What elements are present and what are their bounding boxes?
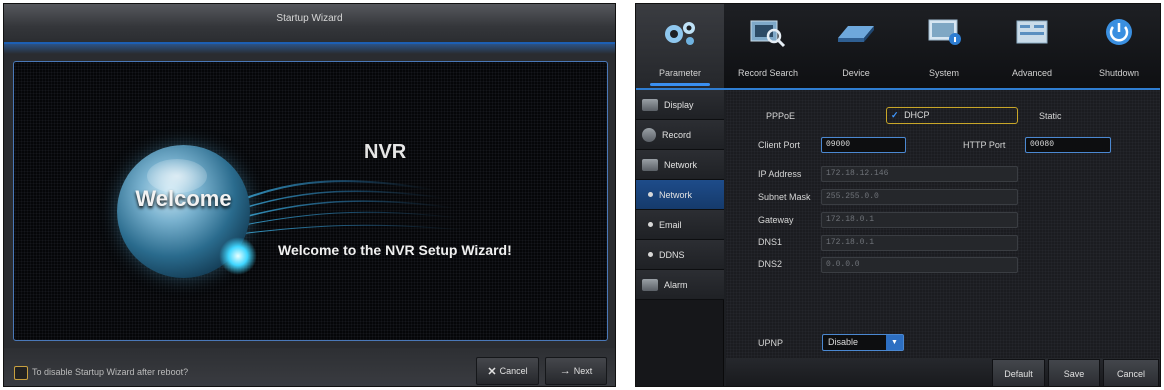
tab-record-search-label: Record Search: [737, 68, 799, 78]
http-port-field[interactable]: 00080: [1025, 137, 1111, 153]
sidebar-item-label: Display: [664, 99, 694, 110]
tab-parameter[interactable]: Parameter: [636, 4, 724, 88]
bullet-icon: [648, 252, 653, 257]
welcome-orb-label: Welcome: [135, 186, 232, 211]
save-button[interactable]: Save: [1048, 359, 1100, 386]
disable-wizard-checkbox[interactable]: [14, 366, 28, 380]
hard-disk-icon: [838, 26, 874, 42]
product-name: NVR: [364, 141, 407, 163]
startup-wizard-window: Startup Wizard Welcome NVR Welcome to th…: [3, 3, 616, 387]
dhcp-option[interactable]: ✓ DHCP: [886, 107, 1018, 124]
dns1-label: DNS1: [758, 237, 783, 247]
tab-system[interactable]: System: [900, 4, 988, 88]
tab-shutdown[interactable]: Shutdown: [1076, 4, 1160, 88]
sidebar-item-label: DDNS: [659, 249, 685, 260]
default-button[interactable]: Default: [992, 359, 1045, 386]
close-icon: ✕: [487, 365, 497, 378]
wizard-cancel-label: Cancel: [499, 366, 528, 376]
display-icon: [642, 98, 658, 111]
ip-address-label: IP Address: [758, 169, 802, 179]
subnet-mask-label: Subnet Mask: [758, 192, 811, 202]
welcome-message: Welcome to the NVR Setup Wizard!: [278, 242, 512, 258]
disable-wizard-label: To disable Startup Wizard after reboot?: [32, 367, 189, 377]
bullet-icon: [648, 222, 653, 227]
network-icon: [642, 158, 658, 171]
sidebar-item-label: Network: [664, 159, 698, 170]
http-port-label: HTTP Port: [963, 140, 1006, 150]
wizard-titlebar: Startup Wizard: [4, 4, 615, 44]
arrow-right-icon: →: [559, 365, 571, 377]
light-wave-graphic: [213, 180, 465, 237]
network-settings-form: PPPoE ✓ DHCP Static Client Port 09000 HT…: [726, 90, 1160, 386]
wizard-next-button[interactable]: → Next: [545, 357, 607, 385]
sidebar-subitem-network[interactable]: Network: [636, 180, 724, 210]
dhcp-label: DHCP: [904, 110, 930, 120]
tab-parameter-label: Parameter: [658, 68, 702, 78]
tab-device[interactable]: Device: [812, 4, 900, 88]
nvr-settings-window: Parameter Record Search Device System Ad…: [635, 3, 1161, 387]
sidebar-subitem-email[interactable]: Email: [636, 210, 724, 240]
sidebar-item-record[interactable]: Record: [636, 120, 724, 150]
static-option[interactable]: Static: [1039, 111, 1062, 121]
gears-icon: [665, 22, 695, 45]
wizard-next-label: Next: [573, 366, 593, 376]
subnet-mask-field[interactable]: 255.255.0.0: [821, 189, 1018, 205]
upnp-selected-value: Disable: [828, 337, 859, 347]
dns1-field[interactable]: 172.18.0.1: [821, 235, 1018, 251]
power-icon: [1106, 19, 1132, 45]
client-port-label: Client Port: [758, 140, 801, 150]
pppoe-option[interactable]: PPPoE: [766, 111, 795, 121]
sidebar-item-display[interactable]: Display: [636, 90, 724, 120]
orb-light-flare: [219, 237, 257, 275]
sidebar-item-alarm[interactable]: Alarm: [636, 270, 724, 300]
bullet-icon: [648, 192, 653, 197]
active-tab-indicator: [650, 83, 710, 86]
magnifier-film-icon: [750, 20, 786, 48]
dns2-label: DNS2: [758, 259, 783, 269]
sidebar-item-network[interactable]: Network: [636, 150, 724, 180]
tab-advanced-label: Advanced: [1011, 68, 1053, 78]
sidebar-item-label: Email: [659, 219, 682, 230]
sidebar-item-label: Alarm: [664, 279, 688, 290]
sidebar-item-label: Record: [662, 129, 692, 140]
wizard-title: Startup Wizard: [276, 13, 343, 24]
cancel-button[interactable]: Cancel: [1103, 359, 1159, 386]
film-reel-icon: [642, 127, 656, 142]
checkmark-icon: ✓: [891, 110, 899, 120]
settings-sidebar: Display Record Network Network Email DDN…: [636, 90, 724, 386]
alarm-bell-icon: [642, 278, 658, 291]
client-port-field[interactable]: 09000: [821, 137, 906, 153]
sidebar-subitem-ddns[interactable]: DDNS: [636, 240, 724, 270]
monitor-info-icon: [928, 19, 961, 45]
dns2-field[interactable]: 0.0.0.0: [821, 257, 1018, 273]
tab-record-search[interactable]: Record Search: [724, 4, 812, 88]
tab-device-label: Device: [842, 68, 870, 78]
sidebar-item-label: Network: [659, 189, 693, 200]
ip-address-field[interactable]: 172.18.12.146: [821, 166, 1018, 182]
upnp-select[interactable]: Disable ▼: [822, 334, 904, 351]
wizard-title-glow: [4, 44, 615, 54]
tab-system-label: System: [928, 68, 959, 78]
top-navigation-bar: Parameter Record Search Device System Ad…: [636, 4, 1160, 88]
gateway-label: Gateway: [758, 215, 794, 225]
advanced-panel-icon: [1016, 20, 1048, 44]
wizard-cancel-button[interactable]: ✕ Cancel: [476, 357, 539, 385]
wizard-welcome-panel: Welcome NVR Welcome to the NVR Setup Wiz…: [13, 61, 608, 341]
gateway-field[interactable]: 172.18.0.1: [821, 212, 1018, 228]
upnp-label: UPNP: [758, 338, 784, 348]
tab-shutdown-label: Shutdown: [1098, 68, 1140, 78]
chevron-down-icon: ▼: [886, 335, 903, 350]
tab-advanced[interactable]: Advanced: [988, 4, 1076, 88]
